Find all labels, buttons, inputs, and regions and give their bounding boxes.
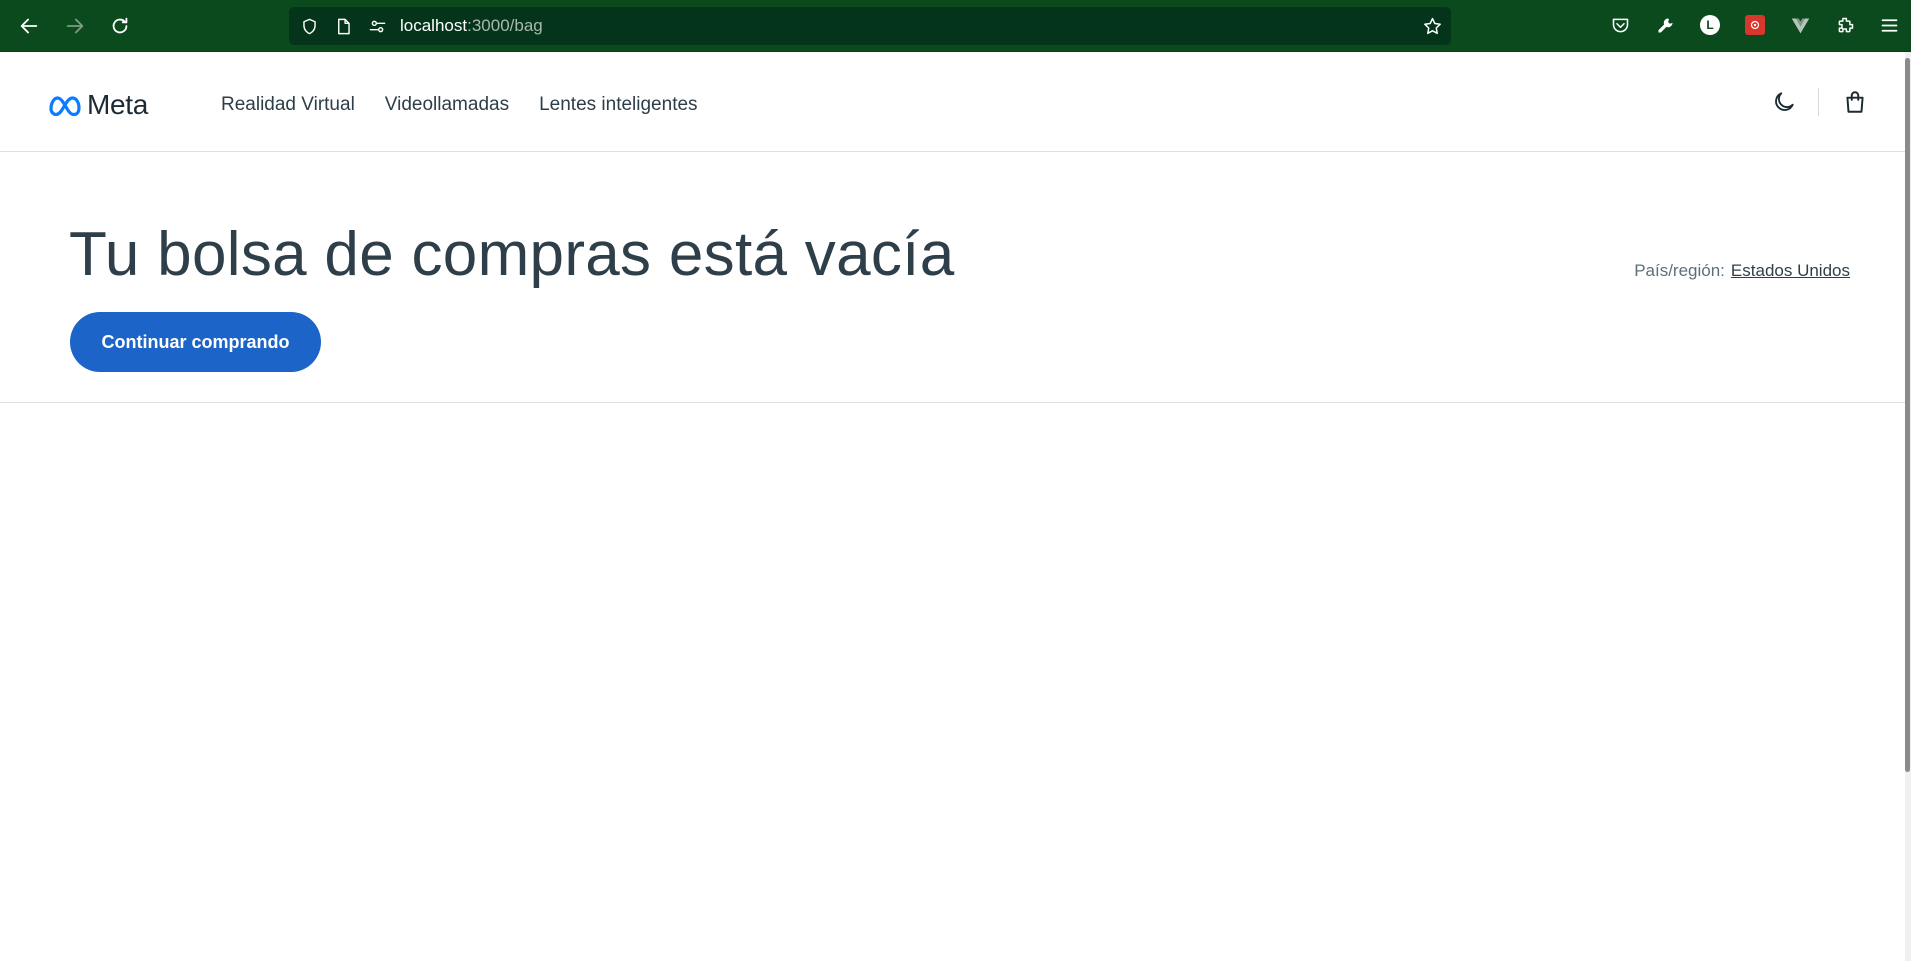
header-divider: [1818, 88, 1819, 116]
bookmark-star-icon[interactable]: [1421, 15, 1443, 37]
dark-mode-toggle[interactable]: [1768, 86, 1800, 118]
arrow-right-icon: [66, 18, 84, 34]
vue-devtools-icon[interactable]: [1787, 12, 1813, 38]
reload-icon: [112, 17, 128, 34]
wrench-icon[interactable]: [1652, 12, 1678, 38]
url-host: localhost: [400, 16, 468, 35]
page-scrollbar[interactable]: [1905, 52, 1911, 961]
bag-content: Tu bolsa de compras está vacía Continuar…: [0, 153, 1905, 403]
moon-icon: [1775, 92, 1794, 111]
extension-red-icon[interactable]: [1742, 12, 1768, 38]
scrollbar-thumb[interactable]: [1905, 58, 1910, 772]
forward-button[interactable]: [58, 8, 92, 44]
nav-videollamadas[interactable]: Videollamadas: [385, 94, 509, 116]
pocket-icon[interactable]: [1607, 12, 1633, 38]
url-path: :3000/bag: [467, 16, 543, 35]
browser-toolbar: localhost:3000/bag L: [0, 0, 1911, 52]
address-bar[interactable]: localhost:3000/bag: [289, 7, 1451, 45]
permissions-icon[interactable]: [367, 16, 387, 36]
meta-logo[interactable]: Meta: [48, 89, 149, 120]
region-label: País/región:: [1634, 261, 1725, 280]
url-text[interactable]: localhost:3000/bag: [400, 15, 543, 37]
shopping-bag-button[interactable]: [1839, 86, 1871, 118]
nav-lentes-inteligentes[interactable]: Lentes inteligentes: [539, 94, 697, 116]
meta-infinity-icon: [49, 96, 81, 116]
page-title: Tu bolsa de compras está vacía: [69, 220, 955, 289]
account-avatar[interactable]: L: [1697, 12, 1723, 38]
reload-button[interactable]: [103, 8, 137, 44]
arrow-left-icon: [20, 18, 38, 34]
shopping-bag-icon: [1846, 91, 1864, 113]
extensions-puzzle-icon[interactable]: [1832, 12, 1858, 38]
avatar-letter: L: [1700, 15, 1720, 35]
page-icon[interactable]: [333, 16, 353, 36]
region-selector: País/región: Estados Unidos: [1634, 261, 1850, 281]
region-link[interactable]: Estados Unidos: [1731, 261, 1850, 280]
main-nav: Realidad Virtual Videollamadas Lentes in…: [221, 90, 728, 120]
hamburger-menu-icon[interactable]: [1876, 12, 1902, 38]
continue-shopping-button[interactable]: Continuar comprando: [70, 312, 321, 372]
shield-icon[interactable]: [299, 16, 319, 36]
nav-realidad-virtual[interactable]: Realidad Virtual: [221, 94, 355, 116]
site-header: Meta Realidad Virtual Videollamadas Lent…: [0, 52, 1905, 152]
logo-text: Meta: [87, 89, 149, 120]
back-button[interactable]: [12, 8, 46, 44]
